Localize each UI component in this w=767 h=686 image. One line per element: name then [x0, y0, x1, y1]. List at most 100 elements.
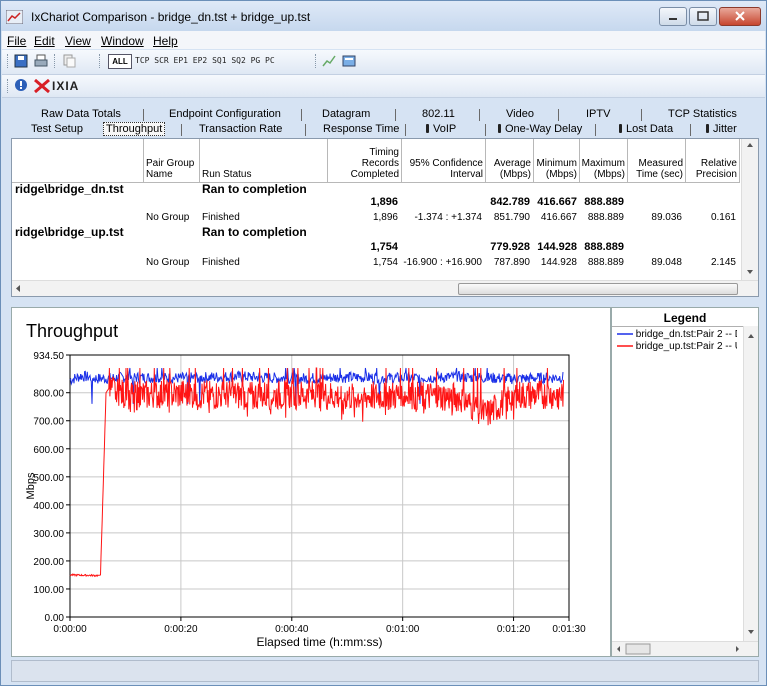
- menu-bar: File Edit View Window Help: [2, 31, 765, 49]
- scroll-arrows-icon: [747, 143, 753, 274]
- toolbar-grip: [7, 79, 11, 93]
- tab-response-time[interactable]: Response Time: [323, 123, 399, 135]
- title-bar[interactable]: IxChariot Comparison - bridge_dn.tst + b…: [1, 1, 766, 31]
- tab-one-way-delay[interactable]: One-Way Delay: [498, 123, 582, 135]
- col-header-maximum[interactable]: Maximum (Mbps): [580, 139, 628, 183]
- col-header-run-status[interactable]: Run Status: [200, 139, 328, 183]
- tab-tcp-statistics[interactable]: TCP Statistics: [668, 108, 737, 120]
- y-tick-label: 0.00: [45, 613, 65, 624]
- legend-title: Legend: [663, 311, 707, 325]
- col-header-pair[interactable]: [12, 139, 144, 183]
- minimize-icon: [669, 18, 677, 20]
- x-tick-label: 0:00:00: [53, 624, 87, 635]
- save-icon[interactable]: [14, 54, 28, 68]
- menu-view[interactable]: View: [65, 34, 91, 48]
- tab-lost-data[interactable]: Lost Data: [619, 123, 673, 135]
- info-icon[interactable]: [14, 78, 28, 92]
- row-minimum: 416.667: [540, 212, 577, 223]
- row-maximum: 888.889: [587, 212, 624, 223]
- col-header-measured-time[interactable]: Measured Time (sec): [628, 139, 686, 183]
- all-filter-button[interactable]: ALL: [108, 54, 132, 69]
- menu-file[interactable]: File: [7, 34, 26, 48]
- menu-help[interactable]: Help: [153, 34, 178, 48]
- row-pair-group: No Group: [146, 212, 190, 223]
- row-pair-group: No Group: [146, 257, 190, 268]
- x-axis-label: Elapsed time (h:mm:ss): [256, 635, 382, 649]
- x-tick-label: 0:00:20: [164, 624, 198, 635]
- export-icon[interactable]: [342, 54, 356, 68]
- tab-voip[interactable]: VoIP: [426, 123, 456, 135]
- row-records: 1,754: [372, 257, 398, 268]
- tab-test-setup[interactable]: Test Setup: [31, 123, 83, 135]
- col-header-average[interactable]: Average (Mbps): [486, 139, 534, 183]
- minimize-button[interactable]: [659, 7, 687, 26]
- ixia-logo: IXIA: [52, 79, 80, 93]
- toolbar-grip: [54, 54, 58, 68]
- tab-transaction-rate[interactable]: Transaction Rate: [199, 123, 282, 135]
- chart-title: Throughput: [26, 321, 118, 341]
- group-file-name[interactable]: ridge\bridge_up.tst: [15, 225, 124, 239]
- x-tick-label: 0:01:30: [552, 624, 586, 635]
- chart-panel: Throughput 934.50 800.00 700.00 600.00 500.00…: [11, 307, 611, 657]
- row-measured-time: 89.048: [651, 257, 682, 268]
- scroll-thumb[interactable]: [458, 283, 738, 295]
- tab-raw-data-totals[interactable]: Raw Data Totals: [41, 108, 121, 120]
- print-icon[interactable]: [34, 54, 48, 68]
- tab-endpoint-configuration[interactable]: Endpoint Configuration: [169, 108, 281, 120]
- copy-icon[interactable]: [62, 54, 76, 68]
- col-header-minimum[interactable]: Minimum (Mbps): [534, 139, 580, 183]
- legend-swatch: [617, 345, 633, 348]
- tab-iptv[interactable]: IPTV: [586, 108, 610, 120]
- legend-panel: Legend bridge_dn.tst:Pair 2 -- D bridge_…: [611, 307, 759, 657]
- marker-icon: [498, 124, 501, 133]
- col-header-confidence[interactable]: 95% Confidence Interval: [402, 139, 486, 183]
- table-horizontal-scrollbar[interactable]: [12, 280, 758, 296]
- col-header-relative-precision[interactable]: Relative Precision: [686, 139, 740, 183]
- marker-icon: [619, 124, 622, 133]
- window-title: IxChariot Comparison - bridge_dn.tst + b…: [31, 10, 311, 24]
- legend-horizontal-scrollbar[interactable]: [612, 641, 758, 656]
- main-toolbar: ALL TCP SCR EP1 EP2 SQ1 SQ2 PG PC: [2, 50, 765, 75]
- legend-item[interactable]: bridge_dn.tst:Pair 2 -- D: [617, 329, 737, 340]
- throughput-chart: Throughput 934.50 800.00 700.00 600.00 500.00…: [25, 321, 586, 649]
- col-header-pair-group[interactable]: Pair Group Name: [144, 139, 200, 183]
- y-tick-label: 934.50: [33, 351, 64, 362]
- y-tick-label: 800.00: [33, 389, 64, 400]
- summary-minimum: 416.667: [537, 196, 577, 208]
- col-header-timing-records[interactable]: Timing Records Completed: [328, 139, 402, 183]
- row-measured-time: 89.036: [651, 212, 682, 223]
- table-vertical-scrollbar[interactable]: [741, 139, 758, 280]
- menu-window[interactable]: Window: [101, 34, 144, 48]
- tab-datagram[interactable]: Datagram: [322, 108, 370, 120]
- y-tick-label: 600.00: [33, 445, 64, 456]
- chart-icon[interactable]: [322, 54, 336, 68]
- tab-throughput[interactable]: Throughput: [103, 122, 166, 136]
- tab-802-11[interactable]: 802.11: [422, 108, 455, 120]
- summary-maximum: 888.889: [584, 241, 624, 253]
- menu-edit[interactable]: Edit: [34, 34, 55, 48]
- summary-average: 779.928: [490, 241, 530, 253]
- group-file-name[interactable]: ridge\bridge_dn.tst: [15, 182, 124, 196]
- legend-item[interactable]: bridge_up.tst:Pair 2 -- U: [617, 341, 737, 352]
- summary-records: 1,754: [370, 241, 398, 253]
- tab-jitter[interactable]: Jitter: [706, 123, 737, 135]
- row-confidence: -16.900 : +16.900: [403, 257, 482, 268]
- legend-vertical-scrollbar[interactable]: [743, 326, 758, 642]
- y-tick-label: 500.00: [33, 473, 64, 484]
- maximize-button[interactable]: [689, 7, 717, 26]
- y-tick-label: 400.00: [33, 501, 64, 512]
- group-run-status: Ran to completion: [202, 182, 307, 196]
- protocol-filter-buttons[interactable]: TCP SCR EP1 EP2 SQ1 SQ2 PG PC: [135, 56, 275, 65]
- toolbar-grip[interactable]: [7, 54, 11, 68]
- summary-records: 1,896: [370, 196, 398, 208]
- app-icon: [6, 10, 23, 24]
- y-tick-label: 100.00: [33, 585, 64, 596]
- ixia-x-icon: [34, 79, 50, 93]
- y-tick-label: 700.00: [33, 417, 64, 428]
- y-tick-label: 200.00: [33, 557, 64, 568]
- toolbar-grip: [99, 54, 103, 68]
- row-confidence: -1.374 : +1.374: [414, 212, 482, 223]
- tab-video[interactable]: Video: [506, 108, 534, 120]
- scroll-arrows-icon: [748, 334, 754, 634]
- close-button[interactable]: [719, 7, 761, 26]
